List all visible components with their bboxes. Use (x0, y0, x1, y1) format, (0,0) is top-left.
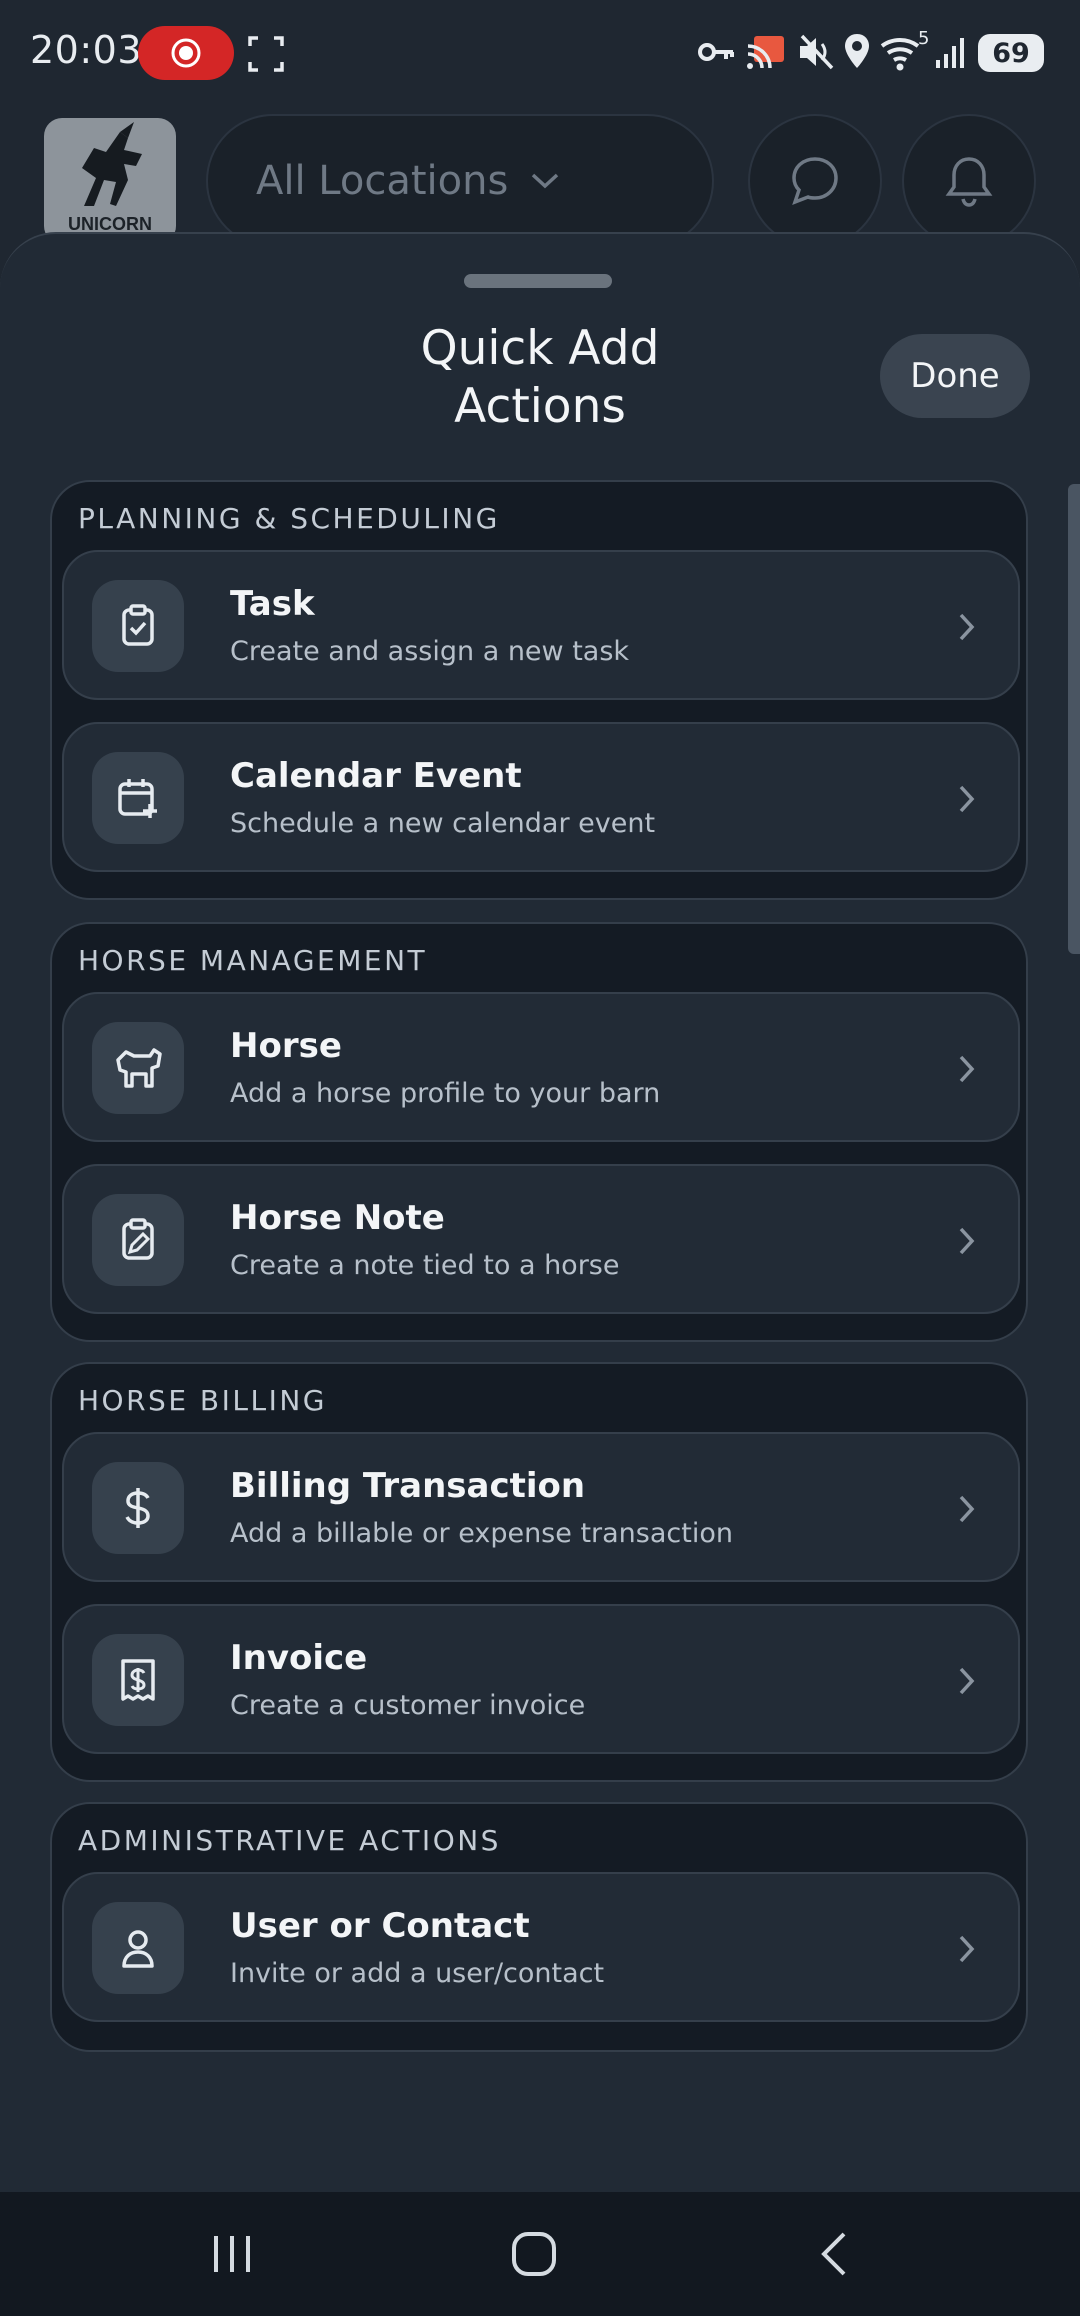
action-subtitle: Add a billable or expense transaction (230, 1518, 733, 1549)
horse-icon (116, 1048, 162, 1088)
section-title: PLANNING & SCHEDULING (78, 502, 500, 535)
action-subtitle: Create and assign a new task (230, 636, 630, 667)
chevron-right-icon (959, 613, 975, 641)
icon-tile (92, 1022, 184, 1114)
section-title: ADMINISTRATIVE ACTIONS (78, 1824, 501, 1857)
icon-tile (92, 1194, 184, 1286)
clipboard-check-icon (122, 604, 154, 646)
section-planning-scheduling: PLANNING & SCHEDULING Task Create and as… (50, 480, 1028, 900)
record-icon (171, 38, 201, 68)
action-title: Invoice (230, 1638, 368, 1678)
cast-icon (747, 36, 784, 69)
scrollbar[interactable] (1068, 484, 1080, 954)
chevron-right-icon (959, 1055, 975, 1083)
unicorn-logo-icon (82, 122, 142, 206)
action-title: Horse Note (230, 1198, 445, 1238)
chevron-right-icon (959, 1495, 975, 1523)
quick-add-sheet: Quick Add Actions Done PLANNING & SCHEDU… (0, 232, 1080, 2192)
chat-bubble-icon (792, 157, 838, 205)
cell-signal-icon (936, 38, 964, 68)
action-subtitle: Invite or add a user/contact (230, 1958, 605, 1989)
chevron-down-icon (532, 173, 559, 189)
dollar-icon (125, 1488, 150, 1528)
sheet-title: Quick Add Actions (340, 320, 740, 436)
chevron-right-icon (959, 1667, 975, 1695)
action-item-horse-note[interactable]: Horse Note Create a note tied to a horse (62, 1164, 1020, 1314)
action-item-user-or-contact[interactable]: User or Contact Invite or add a user/con… (62, 1872, 1020, 2022)
action-item-billing-transaction[interactable]: Billing Transaction Add a billable or ex… (62, 1432, 1020, 1582)
action-title: Task (230, 584, 315, 624)
back-button[interactable] (756, 2192, 916, 2316)
section-title: HORSE MANAGEMENT (78, 944, 428, 977)
home-icon (512, 2232, 556, 2276)
done-button[interactable]: Done (880, 334, 1030, 418)
action-subtitle: Create a note tied to a horse (230, 1250, 620, 1281)
back-icon (821, 2232, 846, 2276)
vpn-key-icon (698, 43, 734, 61)
drag-handle[interactable] (464, 274, 612, 288)
action-subtitle: Create a customer invoice (230, 1690, 586, 1721)
action-title: Billing Transaction (230, 1466, 586, 1506)
location-label: All Locations (256, 158, 509, 204)
screenshot-frame-icon (248, 36, 284, 72)
bell-icon (945, 157, 993, 207)
receipt-icon (121, 1659, 155, 1701)
action-title: User or Contact (230, 1906, 530, 1946)
icon-tile (92, 1462, 184, 1554)
location-selector[interactable]: All Locations (206, 114, 714, 248)
battery-indicator: 69 (978, 34, 1044, 72)
mute-icon (800, 34, 834, 70)
chevron-right-icon (959, 785, 975, 813)
calendar-plus-icon (118, 779, 157, 818)
section-horse-billing: HORSE BILLING Billing Transaction Add a … (50, 1362, 1028, 1782)
home-button[interactable] (454, 2192, 614, 2316)
action-item-invoice[interactable]: Invoice Create a customer invoice (62, 1604, 1020, 1754)
status-bar: 20:03 5 69 (0, 0, 1080, 104)
icon-tile (92, 752, 184, 844)
action-item-horse[interactable]: Horse Add a horse profile to your barn (62, 992, 1020, 1142)
action-item-calendar-event[interactable]: Calendar Event Schedule a new calendar e… (62, 722, 1020, 872)
clipboard-edit-icon (122, 1218, 154, 1260)
chevron-right-icon (959, 1227, 975, 1255)
sheet-title-line1: Quick Add (420, 321, 660, 376)
sheet-title-line2: Actions (454, 379, 626, 434)
app-logo[interactable]: UNICORN (44, 118, 176, 244)
user-icon (122, 1930, 154, 1968)
icon-tile (92, 1634, 184, 1726)
action-subtitle: Schedule a new calendar event (230, 808, 656, 839)
action-item-task[interactable]: Task Create and assign a new task (62, 550, 1020, 700)
section-horse-management: HORSE MANAGEMENT Horse Add a horse profi… (50, 922, 1028, 1342)
icon-tile (92, 1902, 184, 1994)
section-title: HORSE BILLING (78, 1384, 327, 1417)
status-time: 20:03 (30, 28, 143, 72)
action-subtitle: Add a horse profile to your barn (230, 1078, 661, 1109)
messages-button[interactable] (748, 114, 882, 248)
action-title: Calendar Event (230, 756, 522, 796)
screen-record-indicator[interactable] (138, 26, 234, 80)
recents-icon (214, 2236, 250, 2272)
icon-tile (92, 580, 184, 672)
recent-apps-button[interactable] (152, 2192, 312, 2316)
wifi-superscript: 5 (918, 28, 930, 49)
system-nav-bar (0, 2192, 1080, 2316)
section-administrative-actions: ADMINISTRATIVE ACTIONS User or Contact I… (50, 1802, 1028, 2052)
chevron-right-icon (959, 1935, 975, 1963)
location-icon (845, 34, 869, 68)
notifications-button[interactable] (902, 114, 1036, 248)
action-title: Horse (230, 1026, 342, 1066)
